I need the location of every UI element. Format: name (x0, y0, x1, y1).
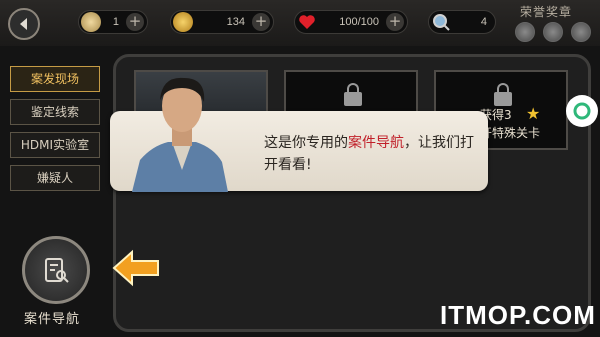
tab-suspects[interactable]: 嫌疑人 (10, 165, 100, 191)
case-navigation-label: 案件导航 (24, 312, 81, 327)
coin-count: 134 (226, 16, 245, 28)
magnifier-icon (431, 12, 451, 32)
star-icon: ★ (526, 104, 541, 123)
tab-hdmi-lab[interactable]: HDMI实验室 (10, 132, 100, 158)
dialogue-text: 这是你专用的案件导航，让我们打开看看! (264, 132, 474, 176)
back-arrow-icon (20, 18, 27, 30)
health-count: 100/100 (339, 16, 379, 28)
tab-crime-scene[interactable]: 案发现场 (10, 66, 100, 92)
dialogue-text-part1: 这是你专用的 (264, 135, 348, 151)
medal-icon[interactable] (543, 22, 563, 42)
lock-icon (494, 83, 512, 106)
add-coin-button[interactable]: + (252, 13, 270, 31)
watermark: ITMOP.COM (440, 300, 596, 330)
pointer-arrow-icon (112, 249, 159, 287)
clipboard-search-icon (45, 258, 69, 283)
honor-medals-title: 荣誉奖章 (520, 5, 573, 19)
add-key-button[interactable]: + (126, 13, 144, 31)
unlock-text-line2: 开特殊关卡 (480, 126, 541, 140)
add-health-button[interactable]: + (386, 13, 404, 31)
top-bar: 1 + 134 + 100/100 + 4 荣誉奖章 (0, 0, 600, 46)
coin-counter: 134 + (170, 10, 274, 34)
dialogue-highlight: 案件导航 (348, 135, 404, 151)
key-icon (81, 12, 101, 32)
medal-icon[interactable] (515, 22, 535, 42)
tab-clue-identification[interactable]: 鉴定线索 (10, 99, 100, 125)
coin-icon (173, 12, 193, 32)
medal-icon[interactable] (571, 22, 591, 42)
health-counter: 100/100 + (294, 10, 408, 34)
case-navigation-button[interactable] (22, 236, 90, 304)
back-button[interactable] (8, 8, 40, 40)
lock-icon (344, 83, 362, 106)
heart-icon (297, 12, 317, 32)
key-count: 1 (112, 16, 119, 28)
key-counter: 1 + (78, 10, 148, 34)
detective-character-portrait (122, 70, 242, 192)
hint-counter: 4 (428, 10, 496, 34)
floating-assistant-icon[interactable] (566, 95, 598, 127)
hint-count: 4 (480, 16, 487, 28)
